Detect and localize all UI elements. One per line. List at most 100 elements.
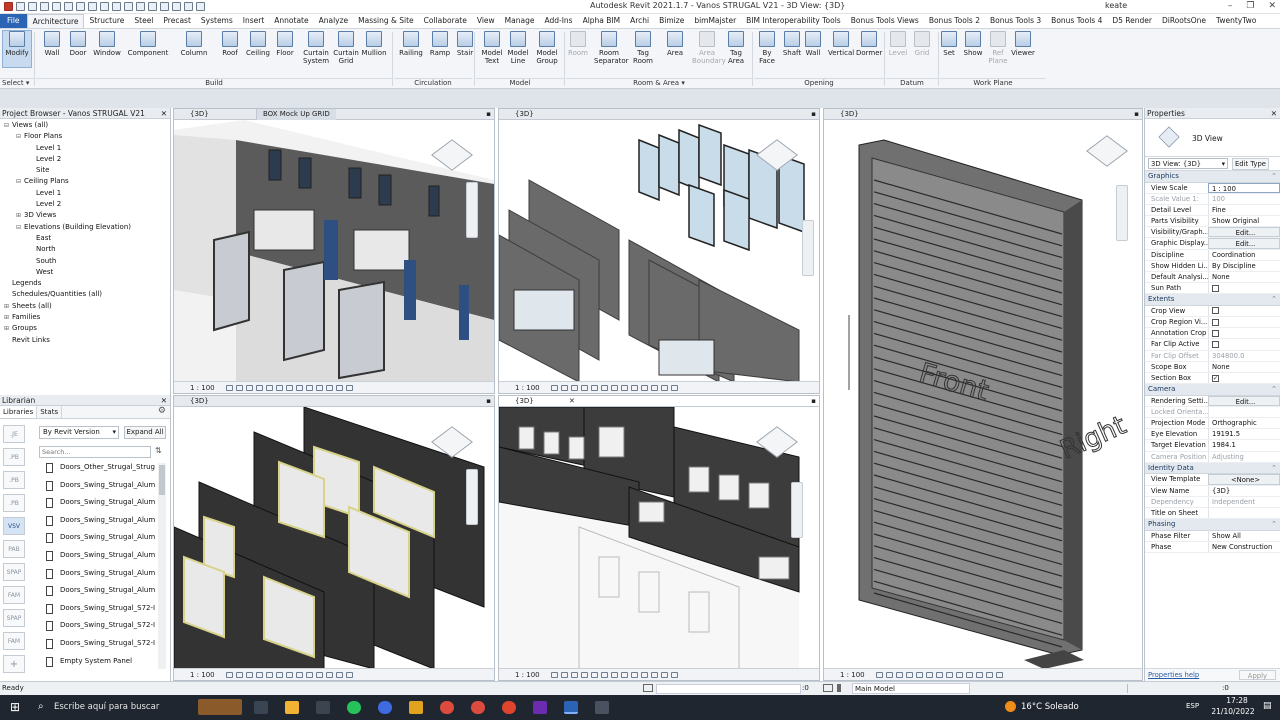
view-3d-right[interactable]: {3D} ▪ Front Right 1 : 100 bbox=[823, 108, 1143, 681]
tab-annotate[interactable]: Annotate bbox=[269, 14, 313, 28]
properties-help-link[interactable]: Properties help bbox=[1145, 671, 1199, 679]
ribbon-group-label[interactable]: Select ▾ bbox=[0, 78, 34, 88]
property-value[interactable]: Orthographic bbox=[1208, 418, 1280, 429]
workset-field[interactable] bbox=[656, 684, 801, 694]
revit-icon[interactable] bbox=[564, 701, 578, 714]
list-item[interactable]: Doors_Swing_Strugal_S72-I bbox=[38, 617, 156, 635]
tree-item[interactable]: Revit Links bbox=[0, 335, 170, 346]
settings-icon[interactable] bbox=[316, 701, 330, 714]
dormer-button[interactable]: Dormer bbox=[856, 31, 882, 57]
expand-toggle-icon[interactable]: ⊟ bbox=[16, 222, 24, 233]
thin-lines-icon[interactable] bbox=[160, 2, 169, 11]
property-value[interactable]: None bbox=[1208, 272, 1280, 283]
scrollbar[interactable] bbox=[158, 463, 166, 669]
property-checkbox[interactable] bbox=[1208, 328, 1280, 339]
wall-button[interactable]: Wall bbox=[802, 31, 824, 57]
tree-item[interactable]: Site bbox=[0, 165, 170, 176]
room-button[interactable]: Room bbox=[566, 31, 590, 57]
by-face-button[interactable]: By Face bbox=[756, 31, 778, 65]
room-separator-button[interactable]: Room Separator bbox=[594, 31, 629, 65]
list-item[interactable]: Doors_Other_Strugal_Strug bbox=[38, 459, 156, 477]
library-filter-button[interactable]: SPAP bbox=[3, 609, 25, 627]
tab-analyze[interactable]: Analyze bbox=[314, 14, 354, 28]
miro-icon[interactable] bbox=[409, 701, 423, 714]
print-icon[interactable] bbox=[76, 2, 85, 11]
model-canvas[interactable] bbox=[174, 120, 494, 381]
property-checkbox[interactable] bbox=[1208, 373, 1280, 384]
file-explorer-icon[interactable] bbox=[285, 701, 299, 714]
checked-checkbox-icon[interactable] bbox=[1212, 374, 1219, 382]
close-icon[interactable]: ✕ bbox=[161, 108, 167, 119]
property-checkbox[interactable] bbox=[1208, 317, 1280, 328]
column-button[interactable]: Column bbox=[178, 31, 210, 57]
navigation-bar[interactable] bbox=[466, 182, 478, 238]
library-filter-button[interactable]: .PB bbox=[3, 494, 25, 512]
sync-icon[interactable] bbox=[40, 2, 49, 11]
ramp-button[interactable]: Ramp bbox=[428, 31, 452, 57]
list-item[interactable]: Doors_Swing_Strugal_Alum bbox=[38, 494, 156, 512]
chrome-profile-icon[interactable] bbox=[471, 701, 485, 714]
view-menu-icon[interactable]: ▪ bbox=[486, 396, 491, 407]
close-icon[interactable]: ✕ bbox=[161, 395, 167, 406]
tree-item[interactable]: ⊟ Views (all) bbox=[0, 120, 170, 131]
property-value[interactable] bbox=[1208, 507, 1280, 519]
roof-button[interactable]: Roof bbox=[218, 31, 242, 57]
tab-bimize[interactable]: Bimize bbox=[654, 14, 689, 28]
list-item[interactable]: Doors_Swing_Strugal_Alum bbox=[38, 477, 156, 495]
sort-icon[interactable]: ⇅ bbox=[155, 446, 162, 455]
model-canvas[interactable]: Front Right bbox=[824, 120, 1142, 668]
tab-bonus-tools-2[interactable]: Bonus Tools 2 bbox=[924, 14, 985, 28]
library-filter-button[interactable]: VSV bbox=[3, 517, 25, 535]
expand-toggle-icon[interactable]: ⊞ bbox=[4, 312, 12, 323]
switch-windows-icon[interactable] bbox=[184, 2, 193, 11]
library-filter-button[interactable]: FAM bbox=[3, 632, 25, 650]
property-value[interactable]: New Construction bbox=[1208, 541, 1280, 552]
tree-item[interactable]: Level 1 bbox=[0, 143, 170, 154]
view-menu-icon[interactable]: ▪ bbox=[811, 396, 816, 407]
tag-area-button[interactable]: Tag Area bbox=[724, 31, 748, 65]
library-filter-button[interactable]: FAM bbox=[3, 586, 25, 604]
main-model-field[interactable]: Main Model bbox=[852, 683, 970, 694]
tab-precast[interactable]: Precast bbox=[158, 14, 196, 28]
tag-room-button[interactable]: Tag Room bbox=[630, 31, 656, 65]
library-filter-button[interactable]: .PB bbox=[3, 471, 25, 489]
model-canvas[interactable] bbox=[499, 120, 819, 381]
tab-steel[interactable]: Steel bbox=[129, 14, 158, 28]
close-icon[interactable]: ✕ bbox=[1268, 1, 1276, 11]
tab-massing-site[interactable]: Massing & Site bbox=[353, 14, 419, 28]
minimize-icon[interactable]: – bbox=[1228, 1, 1233, 11]
taskbar-search-box[interactable]: Escribe aquí para buscar bbox=[54, 702, 159, 712]
list-item[interactable]: Doors_Swing_Strugal_Alum bbox=[38, 565, 156, 583]
tab-manage[interactable]: Manage bbox=[500, 14, 540, 28]
gear-icon[interactable]: ⚙ bbox=[158, 406, 166, 418]
unchecked-checkbox-icon[interactable] bbox=[1212, 284, 1219, 292]
ribbon-group-label[interactable]: Opening bbox=[754, 78, 884, 88]
set-button[interactable]: Set bbox=[938, 31, 960, 57]
property-value[interactable]: Show Original bbox=[1208, 216, 1280, 227]
list-item[interactable]: Doors_Swing_Strugal_Alum bbox=[38, 582, 156, 600]
property-value[interactable]: 1984.1 bbox=[1208, 440, 1280, 451]
view-scale[interactable]: 1 : 100 bbox=[840, 671, 865, 679]
search-input[interactable] bbox=[39, 446, 151, 458]
property-value[interactable]: None bbox=[1208, 361, 1280, 372]
ribbon-group-label[interactable]: Build bbox=[36, 78, 392, 88]
view-3d-top-left[interactable]: {3D} BOX Mock Up GRID ▪ 1 : 100 bbox=[173, 108, 495, 394]
unchecked-checkbox-icon[interactable] bbox=[1212, 318, 1219, 326]
property-edit-button[interactable]: <None> bbox=[1208, 474, 1280, 485]
tab-add-ins[interactable]: Add-Ins bbox=[539, 14, 577, 28]
tag-icon[interactable] bbox=[112, 2, 121, 11]
task-view-icon[interactable] bbox=[254, 701, 268, 714]
3d-view-icon[interactable] bbox=[136, 2, 145, 11]
property-value[interactable]: Coordination bbox=[1208, 249, 1280, 260]
ribbon-group-label[interactable]: Datum bbox=[886, 78, 938, 88]
view-scale[interactable]: 1 : 100 bbox=[190, 671, 215, 679]
tree-item[interactable]: Schedules/Quantities (all) bbox=[0, 289, 170, 300]
show-button[interactable]: Show bbox=[962, 31, 984, 57]
view-control-icons[interactable] bbox=[551, 385, 678, 391]
section-icon[interactable] bbox=[148, 2, 157, 11]
customize-icon[interactable] bbox=[196, 2, 205, 11]
model-text-button[interactable]: Model Text bbox=[480, 31, 504, 65]
stair-button[interactable]: Stair bbox=[454, 31, 476, 57]
property-edit-button[interactable]: Edit... bbox=[1208, 395, 1280, 406]
redo-icon[interactable] bbox=[64, 2, 73, 11]
